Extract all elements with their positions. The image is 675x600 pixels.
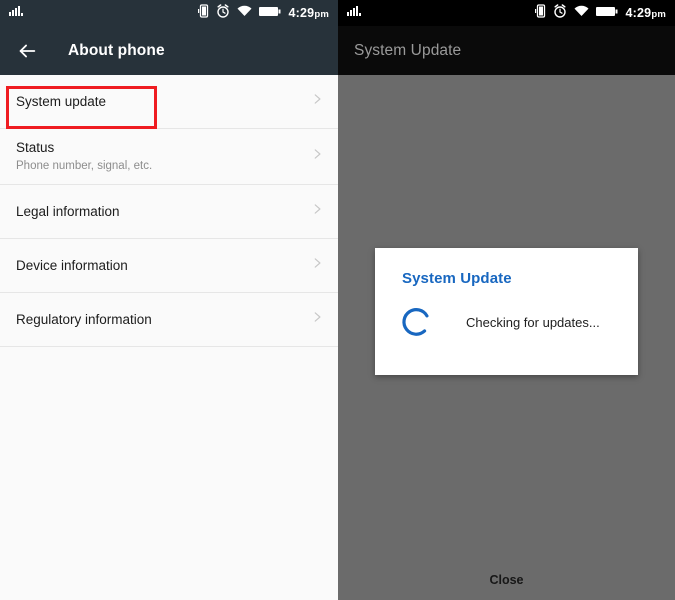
alarm-clock-icon — [216, 3, 230, 23]
system-update-dialog: System Update Checking for updates... — [375, 248, 638, 375]
app-toolbar: System Update — [338, 26, 675, 75]
row-text: Regulatory information — [16, 311, 152, 328]
app-toolbar: About phone — [0, 26, 338, 75]
chevron-right-icon — [310, 310, 324, 329]
alarm-clock-icon — [553, 3, 567, 23]
signal-bars-icon — [347, 4, 362, 22]
chevron-right-icon — [310, 256, 324, 275]
dual-phone-screenshot: 4:29pm About phone System update Status … — [0, 0, 675, 600]
chevron-right-icon — [310, 147, 324, 166]
close-button[interactable]: Close — [338, 573, 675, 587]
settings-list: System update Status Phone number, signa… — [0, 75, 338, 347]
list-divider — [0, 346, 338, 347]
page-title: System Update — [354, 41, 462, 59]
chevron-right-icon — [310, 92, 324, 111]
dialog-body: Checking for updates... — [375, 287, 638, 339]
dialog-message: Checking for updates... — [466, 314, 600, 330]
list-item-sublabel: Phone number, signal, etc. — [16, 160, 153, 172]
left-phone-panel: 4:29pm About phone System update Status … — [0, 0, 338, 600]
row-text: Device information — [16, 257, 128, 274]
list-item-label: Regulatory information — [16, 312, 152, 327]
chevron-right-icon — [310, 202, 324, 221]
row-text: Status Phone number, signal, etc. — [16, 139, 152, 174]
list-item-system-update[interactable]: System update — [0, 75, 338, 128]
list-item-label: Device information — [16, 258, 128, 273]
battery-icon — [595, 4, 618, 22]
signal-bars-icon — [9, 4, 24, 22]
list-item-regulatory-information[interactable]: Regulatory information — [0, 293, 338, 346]
status-bar-clock: 4:29pm — [626, 6, 666, 20]
page-title: About phone — [68, 41, 165, 59]
status-bar-icons — [534, 3, 618, 23]
wifi-icon — [237, 4, 252, 22]
list-item-legal-information[interactable]: Legal information — [0, 185, 338, 238]
dialog-title: System Update — [402, 270, 512, 287]
clock-time: 4:29 — [288, 6, 315, 20]
clock-ampm: pm — [651, 9, 666, 20]
loading-spinner-icon — [400, 305, 434, 339]
status-bar: 4:29pm — [0, 0, 338, 26]
dialog-scrim: System Update Checking for updates... Cl… — [338, 75, 675, 600]
row-text: System update — [16, 93, 106, 110]
vibrate-icon — [197, 3, 209, 23]
clock-time: 4:29 — [625, 6, 652, 20]
wifi-icon — [574, 4, 589, 22]
status-bar: 4:29pm — [338, 0, 675, 26]
vibrate-icon — [534, 3, 546, 23]
list-item-label: System update — [16, 94, 107, 109]
right-phone-panel: 4:29pm System Update System Update Check… — [338, 0, 675, 600]
list-item-device-information[interactable]: Device information — [0, 239, 338, 292]
clock-ampm: pm — [314, 9, 329, 20]
back-arrow-icon[interactable] — [16, 40, 38, 62]
status-bar-clock: 4:29pm — [289, 6, 329, 20]
list-item-label: Legal information — [16, 204, 120, 219]
list-item-status[interactable]: Status Phone number, signal, etc. — [0, 129, 338, 184]
status-bar-icons — [197, 3, 281, 23]
row-text: Legal information — [16, 203, 120, 220]
list-item-label: Status — [16, 140, 55, 155]
battery-icon — [258, 4, 281, 22]
